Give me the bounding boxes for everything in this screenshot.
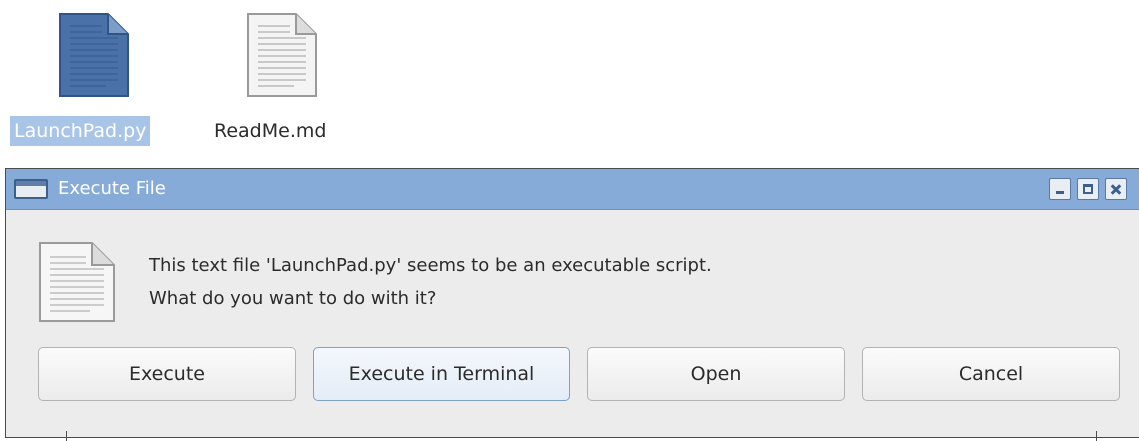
python-file-icon bbox=[59, 13, 129, 97]
minimize-button[interactable] bbox=[1049, 178, 1071, 200]
text-file-icon bbox=[247, 13, 317, 97]
execute-in-terminal-button[interactable]: Execute in Terminal bbox=[313, 347, 570, 401]
maximize-button[interactable] bbox=[1077, 178, 1099, 200]
desktop-icon-launchpad[interactable]: LaunchPad.py bbox=[0, 8, 190, 148]
file-name-label[interactable]: ReadMe.md bbox=[210, 116, 330, 146]
cancel-button[interactable]: Cancel bbox=[862, 347, 1120, 401]
message-line-1: This text file 'LaunchPad.py' seems to b… bbox=[149, 255, 712, 276]
text-file-icon bbox=[39, 242, 115, 322]
open-button[interactable]: Open bbox=[587, 347, 845, 401]
window-icon bbox=[14, 179, 48, 199]
dialog-title: Execute File bbox=[58, 178, 166, 199]
execute-button[interactable]: Execute bbox=[38, 347, 296, 401]
close-button[interactable] bbox=[1105, 178, 1127, 200]
execute-file-dialog: Execute File This text file 'LaunchPad.p… bbox=[5, 168, 1139, 441]
desktop-icon-readme[interactable]: ReadMe.md bbox=[200, 8, 370, 148]
message-line-2: What do you want to do with it? bbox=[149, 288, 437, 309]
dialog-titlebar[interactable]: Execute File bbox=[6, 169, 1139, 210]
dialog-message: This text file 'LaunchPad.py' seems to b… bbox=[149, 249, 712, 315]
file-name-label[interactable]: LaunchPad.py bbox=[10, 116, 151, 146]
